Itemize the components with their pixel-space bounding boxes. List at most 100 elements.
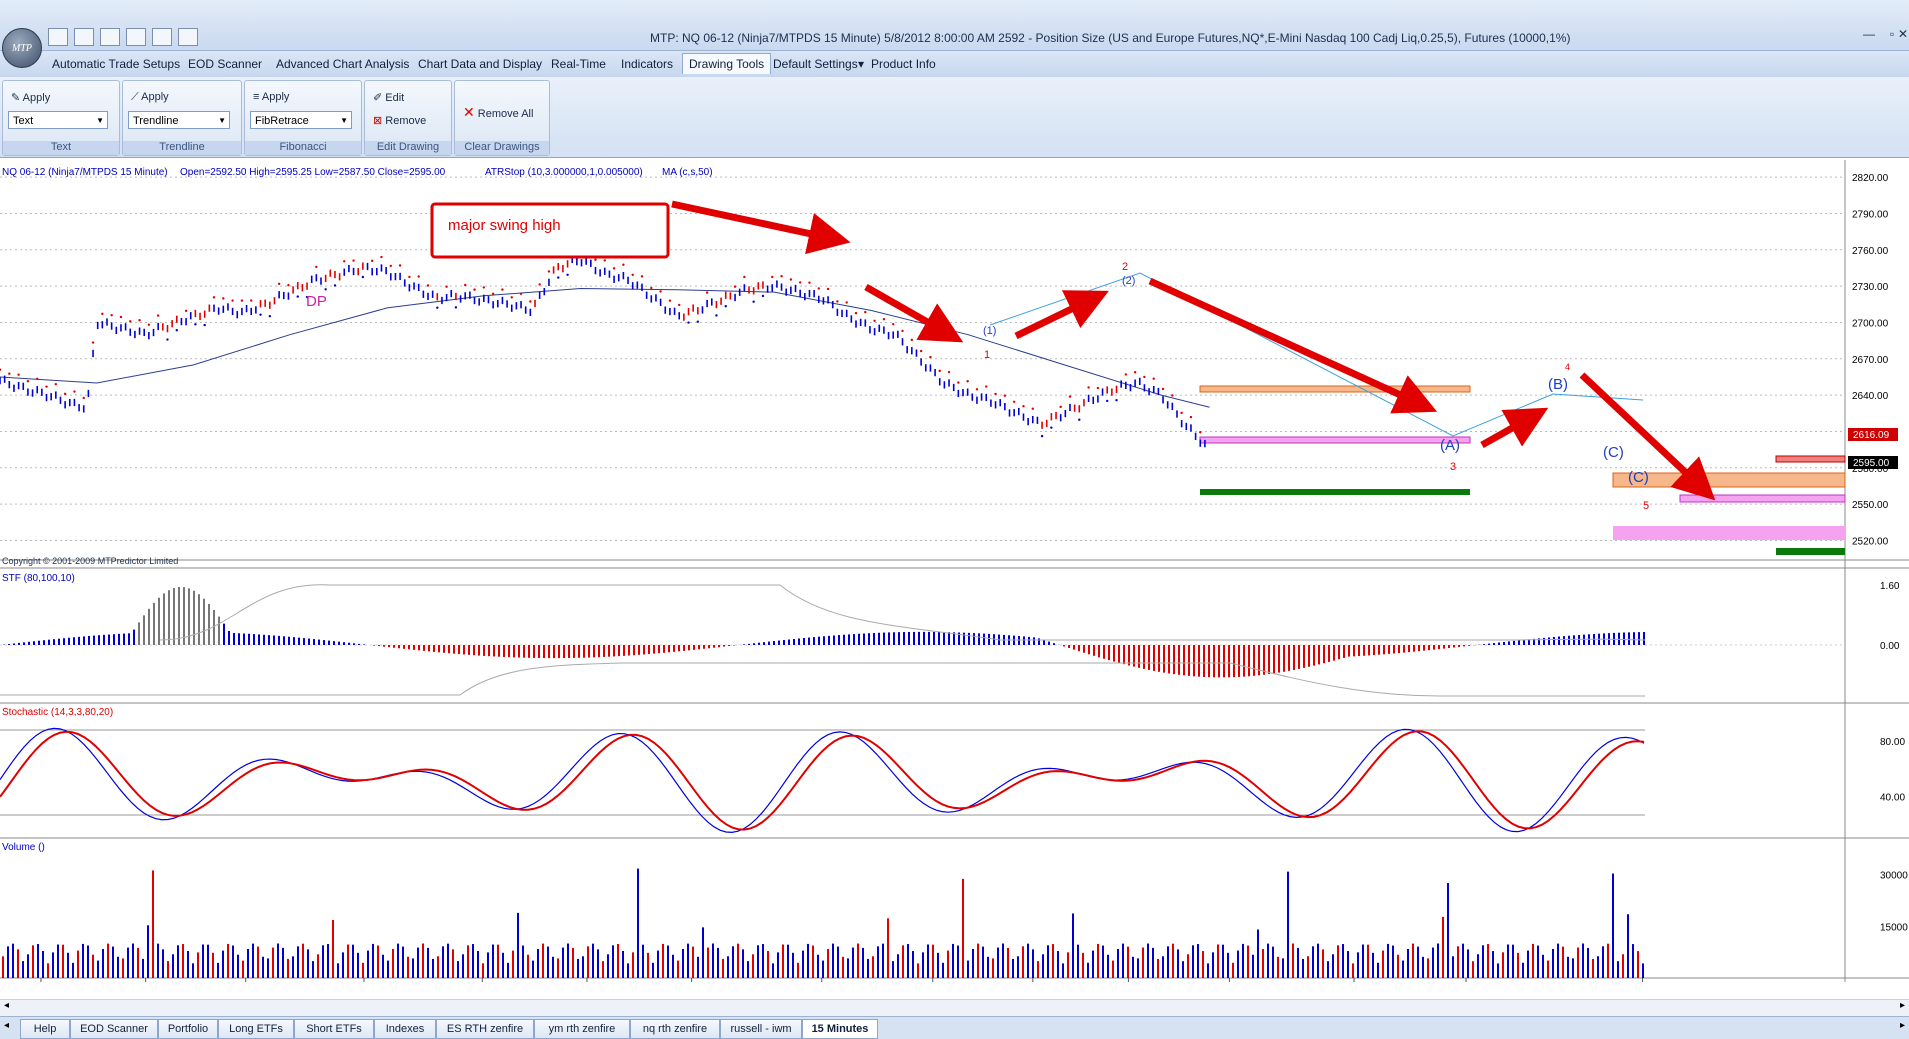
text-apply-button[interactable]: ✎ Apply — [11, 91, 50, 104]
stop-dot — [194, 323, 197, 326]
stop-dot — [436, 306, 439, 309]
chart-symbol: NQ 06-12 (Ninja7/MTPDS 15 Minute) — [2, 167, 168, 178]
ribbon: ✎ Apply Text ▼ Text ⟋ Apply Trendline ▼ Tr… — [0, 77, 1909, 158]
stop-dot — [1096, 386, 1100, 390]
fib-select[interactable]: FibRetrace ▼ — [250, 111, 352, 129]
tab-indexes[interactable]: Indexes — [374, 1019, 436, 1039]
stop-dot — [715, 314, 718, 317]
scroll-left-icon[interactable]: ◂ — [4, 1000, 9, 1011]
remove-all-button[interactable]: ✕ Remove All — [463, 104, 533, 121]
stop-dot — [296, 295, 299, 298]
chart-area[interactable]: 2520.002550.002580.002610.002640.002670.… — [0, 160, 1909, 982]
menu-chart-data-and-display[interactable]: Chart Data and Display — [418, 57, 542, 71]
stop-dot — [1050, 426, 1053, 429]
menu-default-settings[interactable]: Default Settings — [773, 57, 858, 71]
stop-dot — [250, 299, 253, 302]
tab-russell-iwm[interactable]: russell - iwm — [720, 1019, 802, 1039]
copy-icon[interactable] — [126, 28, 146, 46]
stop-dot — [380, 255, 383, 259]
alt-price-tag-text: 2616.09 — [1853, 430, 1890, 441]
stop-dot — [370, 259, 374, 263]
fib-apply-button[interactable]: ≡ Apply — [253, 91, 289, 103]
dp-label: DP — [306, 293, 327, 310]
menu-indicators[interactable]: Indicators — [621, 57, 673, 71]
callout-text: major swing high — [448, 217, 561, 234]
menu-drawing-tools[interactable]: Drawing Tools — [682, 53, 772, 74]
stf-tick-label: 0.00 — [1880, 641, 1900, 652]
stop-dot — [957, 381, 960, 384]
stop-dot — [315, 265, 318, 269]
y-tick-label: 2760.00 — [1852, 246, 1889, 257]
remove-drawing-button[interactable]: ⊠ Remove — [373, 114, 426, 127]
stop-dot — [240, 299, 244, 302]
stop-dot — [8, 372, 11, 375]
volume-title: Volume () — [2, 842, 45, 853]
stop-dot — [780, 275, 783, 278]
y-tick-label: 2730.00 — [1852, 282, 1889, 293]
people-icon[interactable] — [178, 28, 198, 46]
tab-15-minutes[interactable]: 15 Minutes — [802, 1019, 878, 1039]
y-tick-label: 2520.00 — [1852, 536, 1889, 547]
layout-icon[interactable] — [74, 28, 94, 46]
stop-dot — [1161, 387, 1165, 391]
stop-dot — [231, 299, 234, 302]
stop-dot — [1133, 371, 1137, 374]
tools-icon[interactable] — [152, 28, 172, 46]
stop-dot — [1012, 400, 1016, 403]
minimize-button[interactable]: — — [1857, 27, 1881, 43]
close-button[interactable]: ✕ — [1897, 27, 1909, 43]
chevron-down-icon[interactable]: ▾ — [858, 57, 864, 71]
stop-dot — [1087, 386, 1090, 389]
close-icon: ✕ — [463, 104, 475, 120]
menu-advanced-chart-analysis[interactable]: Advanced Chart Analysis — [276, 57, 409, 71]
stop-dot — [138, 319, 141, 322]
scroll-left-icon[interactable]: ◂ — [4, 1020, 9, 1031]
stop-dot — [63, 392, 67, 396]
stop-dot — [1143, 375, 1146, 379]
scroll-right-icon[interactable]: ▸ — [1900, 1020, 1905, 1031]
tab-long-etfs[interactable]: Long ETFs — [218, 1019, 294, 1039]
clear-drawings-group: ✕ Remove All Clear Drawings — [454, 80, 550, 156]
wave-label: 3 — [1450, 461, 1456, 473]
stop-dot — [17, 373, 20, 376]
y-tick-label: 2640.00 — [1852, 391, 1889, 402]
stf-title: STF (80,100,10) — [2, 573, 75, 584]
save-icon[interactable] — [48, 28, 68, 46]
window-icon[interactable] — [100, 28, 120, 46]
menu-automatic-trade-setups[interactable]: Automatic Trade Setups — [52, 57, 180, 71]
stop-dot — [1106, 399, 1109, 403]
scroll-right-icon[interactable]: ▸ — [1900, 1000, 1905, 1011]
quick-access-toolbar — [48, 28, 198, 46]
pink-zone-3 — [1613, 526, 1845, 540]
tab-nq-rth-zenfire[interactable]: nq rth zenfire — [630, 1019, 720, 1039]
text-select[interactable]: Text ▼ — [8, 111, 108, 129]
stop-dot — [222, 297, 225, 300]
stop-dot — [547, 270, 551, 273]
menu-eod-scanner[interactable]: EOD Scanner — [188, 57, 262, 71]
horizontal-scrollbar[interactable]: ◂ ▸ — [0, 999, 1909, 1016]
tab-portfolio[interactable]: Portfolio — [158, 1019, 218, 1039]
stop-dot — [398, 264, 402, 267]
y-tick-label: 2790.00 — [1852, 209, 1889, 220]
edit-drawing-button[interactable]: ✐ Edit — [373, 91, 404, 104]
stop-dot — [73, 390, 76, 393]
window-title: MTP: NQ 06-12 (Ninja7/MTPDS 15 Minute) 5… — [650, 31, 1571, 45]
stop-dot — [156, 314, 160, 317]
menu-real-time[interactable]: Real-Time — [551, 57, 606, 71]
trendline-select[interactable]: Trendline ▼ — [128, 111, 230, 129]
trendline-apply-button[interactable]: ⟋ Apply — [131, 91, 169, 104]
stop-dot — [101, 312, 104, 316]
wave-label: (1) — [983, 325, 996, 337]
tab-eod-scanner[interactable]: EOD Scanner — [70, 1019, 158, 1039]
stop-dot — [603, 259, 606, 262]
tab-help[interactable]: Help — [20, 1019, 70, 1039]
app-logo[interactable]: MTP — [2, 28, 42, 68]
menu-product-info[interactable]: Product Info — [871, 57, 936, 71]
stop-dot — [1022, 404, 1025, 408]
stop-dot — [919, 349, 923, 353]
stop-dot — [864, 310, 867, 314]
tab-short-etfs[interactable]: Short ETFs — [294, 1019, 374, 1039]
tab-es-rth-zenfire[interactable]: ES RTH zenfire — [436, 1019, 534, 1039]
tab-ym-rth-zenfire[interactable]: ym rth zenfire — [534, 1019, 630, 1039]
y-tick-label: 2550.00 — [1852, 500, 1889, 511]
